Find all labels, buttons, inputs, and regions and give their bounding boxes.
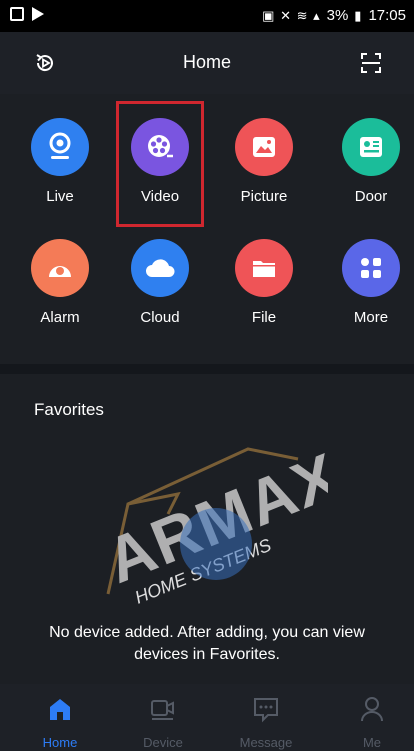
grid-item-cloud[interactable]: Cloud — [115, 239, 205, 339]
tab-message[interactable]: Message — [226, 694, 306, 750]
favorites-title: Favorites — [34, 400, 104, 419]
video-highlight-frame — [116, 101, 204, 227]
tab-device[interactable]: Device — [123, 694, 203, 750]
grid-item-label: Live — [46, 188, 74, 205]
grid-item-file[interactable]: File — [219, 239, 309, 339]
grid-item-label: Door — [354, 188, 388, 205]
tab-label: Message — [239, 735, 293, 750]
tab-label: Home — [42, 735, 78, 750]
tab-label: Device — [143, 735, 183, 750]
status-icons: ▣ ✕ ≋ ▴ — [262, 7, 321, 23]
grid-item-alarm[interactable]: Alarm — [15, 239, 105, 339]
grid-item-live[interactable]: Live — [15, 118, 105, 218]
cloud-icon — [131, 239, 189, 297]
tab-label: Me — [362, 735, 382, 750]
status-bar: ▣ ✕ ≋ ▴ 3% ▮ 17:05 — [0, 0, 414, 32]
scan-icon[interactable] — [360, 52, 382, 74]
folder-icon — [235, 239, 293, 297]
status-left — [10, 7, 44, 21]
battery-icon: ▮ — [354, 7, 363, 23]
message-icon — [254, 698, 278, 723]
watermark-logo: ARMAX HOME SYSTEMS — [98, 439, 328, 604]
function-grid: Live Video Picture Door Alarm Cloud File… — [0, 94, 414, 364]
page-title: Home — [182, 52, 231, 72]
grid-item-label: File — [251, 309, 277, 326]
grid-item-door[interactable]: Door — [326, 118, 414, 218]
clock: 17:05 — [368, 7, 406, 24]
tab-home[interactable]: Home — [20, 694, 100, 750]
gallery-notification-icon — [10, 7, 24, 21]
favorites-panel: Favorites ARMAX HOME SYSTEMS No device a… — [0, 374, 414, 684]
grid-item-label: Alarm — [40, 309, 80, 326]
battery-percent: 3% — [326, 7, 349, 24]
alarm-icon — [31, 239, 89, 297]
status-right: ▣ ✕ ≋ ▴ 3% ▮ 17:05 — [262, 7, 406, 24]
device-icon — [151, 700, 174, 720]
bottom-tab-bar: Home Device Message Me — [0, 684, 414, 751]
app-bar: Home — [0, 32, 414, 94]
person-icon — [361, 697, 383, 722]
grid-item-label: More — [353, 309, 389, 326]
grid-item-picture[interactable]: Picture — [219, 118, 309, 218]
home-icon — [50, 699, 70, 720]
picture-icon — [235, 118, 293, 176]
grid-item-label: Cloud — [140, 309, 180, 326]
play-notification-icon — [32, 7, 44, 21]
tab-me[interactable]: Me — [332, 694, 412, 750]
more-grid-icon — [342, 239, 400, 297]
camera-icon — [31, 118, 89, 176]
door-phone-icon — [342, 118, 400, 176]
favorites-empty-message: No device added. After adding, you can v… — [49, 624, 365, 663]
grid-item-more[interactable]: More — [326, 239, 414, 339]
grid-item-label: Picture — [240, 188, 288, 205]
